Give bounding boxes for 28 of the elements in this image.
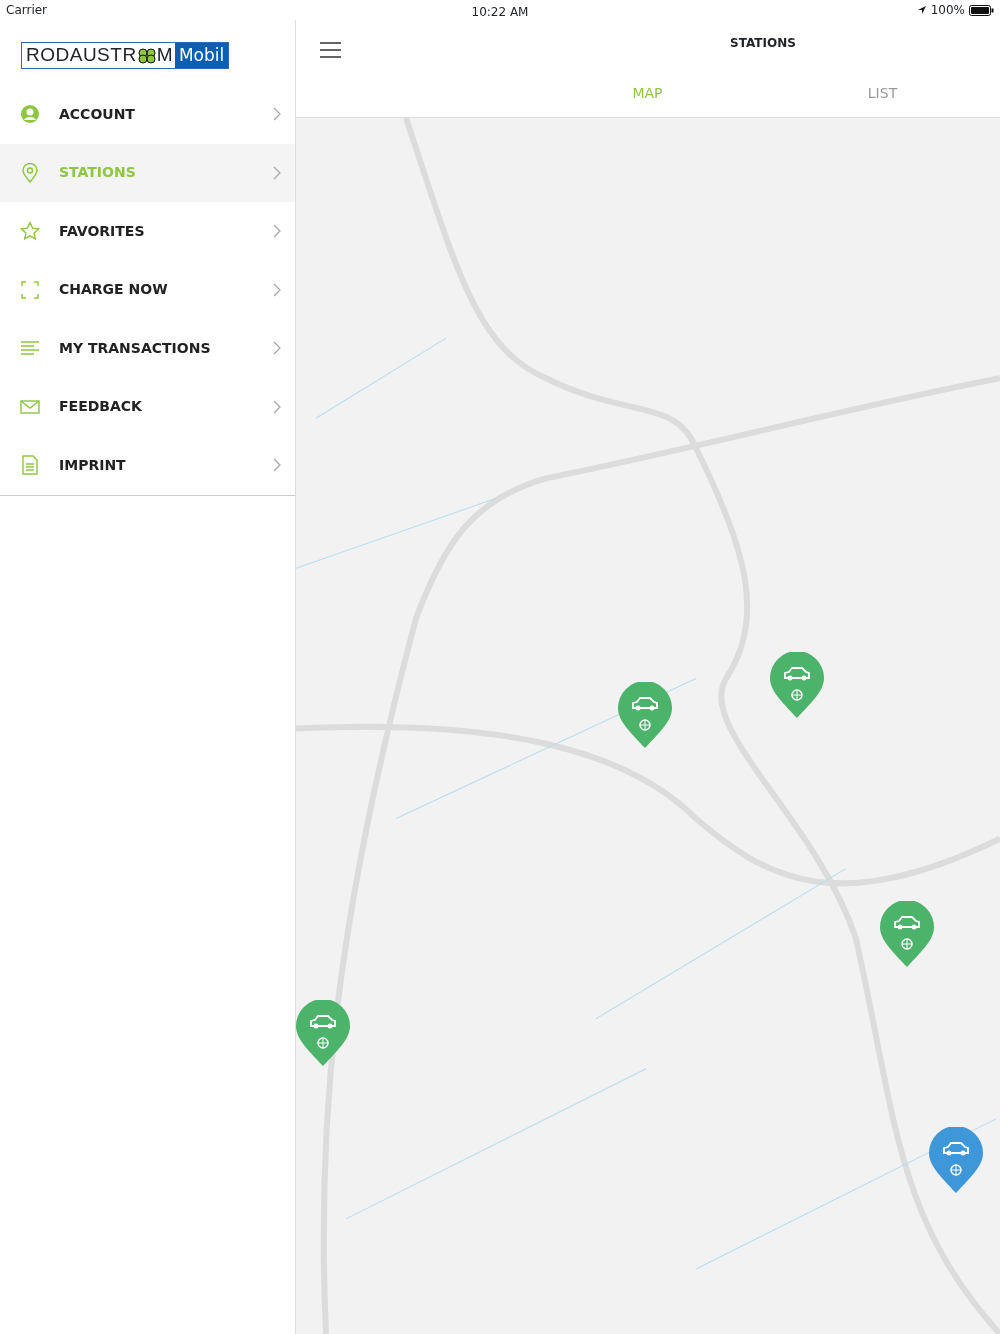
carrier-label: Carrier (6, 2, 48, 19)
location-arrow-icon (916, 5, 927, 15)
document-icon (20, 455, 40, 476)
clover-icon (136, 46, 157, 65)
chevron-right-icon (273, 399, 281, 414)
chevron-right-icon (273, 458, 281, 473)
page-title: STATIONS (730, 36, 796, 50)
charging-station-marker[interactable] (929, 1127, 983, 1193)
logo-badge: Mobil (174, 43, 229, 68)
battery-percentage: 100% (930, 2, 965, 19)
person-icon (20, 104, 40, 125)
charging-station-marker[interactable] (770, 652, 824, 718)
chevron-right-icon (273, 282, 281, 297)
chevron-right-icon (273, 224, 281, 239)
charging-station-marker[interactable] (618, 682, 672, 748)
menu-button[interactable] (320, 42, 341, 58)
clock-time: 10:22 AM (471, 4, 529, 21)
scan-frame-icon (20, 279, 40, 300)
chevron-right-icon (273, 165, 281, 180)
logo-text: RODAUSTR (26, 43, 137, 68)
logo-text: M (156, 43, 173, 68)
chevron-right-icon (273, 341, 281, 356)
charging-station-marker[interactable] (880, 901, 934, 967)
location-pin-icon (20, 162, 40, 183)
star-icon (20, 221, 40, 242)
chevron-right-icon (273, 107, 281, 122)
battery-icon (969, 4, 994, 16)
charging-station-marker[interactable] (296, 1000, 350, 1066)
